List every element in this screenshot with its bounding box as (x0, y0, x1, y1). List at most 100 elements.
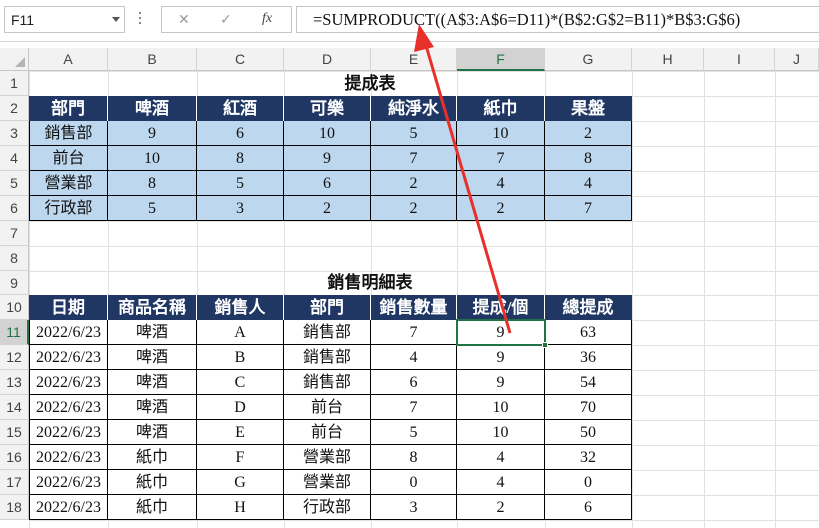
formula-input[interactable]: =SUMPRODUCT((A$3:A$6=D11)*(B$2:G$2=B11)*… (296, 6, 819, 33)
table1-cell[interactable]: 5 (108, 196, 197, 221)
insert-function-icon[interactable]: fx (262, 11, 272, 27)
table2-cell[interactable]: 7 (371, 395, 457, 420)
table1-cell[interactable]: 2 (457, 196, 545, 221)
table1-header-cell[interactable]: 紅酒 (197, 96, 284, 121)
table1-cell[interactable]: 7 (371, 146, 457, 171)
table2-cell[interactable]: G (197, 470, 284, 495)
table2-cell[interactable]: 2022/6/23 (29, 420, 108, 445)
column-header-i[interactable]: I (704, 48, 775, 71)
table2-cell[interactable]: 6 (371, 370, 457, 395)
table2-cell[interactable]: 2022/6/23 (29, 445, 108, 470)
table1-cell[interactable]: 2 (371, 196, 457, 221)
column-header-g[interactable]: G (545, 48, 632, 71)
row-header-6[interactable]: 6 (0, 196, 29, 221)
table2-cell[interactable]: 紙巾 (108, 445, 197, 470)
table1-cell[interactable]: 行政部 (29, 196, 108, 221)
table1-cell[interactable]: 7 (457, 146, 545, 171)
table2-cell[interactable]: 啤酒 (108, 420, 197, 445)
column-header-b[interactable]: B (108, 48, 197, 71)
table2-cell[interactable]: 3 (371, 495, 457, 520)
table1-cell[interactable]: 3 (197, 196, 284, 221)
table2-cell[interactable]: 32 (545, 445, 632, 470)
table1-cell[interactable]: 8 (108, 171, 197, 196)
table1-cell[interactable]: 2 (284, 196, 371, 221)
table1-cell[interactable]: 營業部 (29, 171, 108, 196)
table2-header-cell[interactable]: 部門 (284, 295, 371, 320)
table1-header-cell[interactable]: 果盤 (545, 96, 632, 121)
table2-cell[interactable]: 啤酒 (108, 345, 197, 370)
chevron-down-icon[interactable] (112, 17, 120, 22)
row-header-10[interactable]: 10 (0, 295, 29, 320)
table2-cell[interactable]: 54 (545, 370, 632, 395)
column-header-f[interactable]: F (457, 48, 545, 71)
row-header-8[interactable]: 8 (0, 246, 29, 271)
row-header-4[interactable]: 4 (0, 146, 29, 171)
table2-cell[interactable]: 4 (457, 445, 545, 470)
table2-cell[interactable]: 啤酒 (108, 395, 197, 420)
table1-cell[interactable]: 前台 (29, 146, 108, 171)
row-header-17[interactable]: 17 (0, 470, 29, 495)
table2-cell[interactable]: 紙巾 (108, 470, 197, 495)
table1-cell[interactable]: 2 (371, 171, 457, 196)
table2-cell[interactable]: 8 (371, 445, 457, 470)
table1-header-cell[interactable]: 純淨水 (371, 96, 457, 121)
table2-header-cell[interactable]: 商品名稱 (108, 295, 197, 320)
table2-cell[interactable]: 2022/6/23 (29, 395, 108, 420)
table2-cell[interactable]: H (197, 495, 284, 520)
table1-cell[interactable]: 4 (545, 171, 632, 196)
table1-cell[interactable]: 銷售部 (29, 121, 108, 146)
cancel-icon[interactable]: ✕ (178, 11, 190, 28)
table2-cell[interactable]: D (197, 395, 284, 420)
row-header-14[interactable]: 14 (0, 395, 29, 420)
table1-cell[interactable]: 9 (108, 121, 197, 146)
column-header-e[interactable]: E (371, 48, 457, 71)
row-header-9[interactable]: 9 (0, 271, 29, 295)
table2-cell[interactable]: 10 (457, 395, 545, 420)
table1-cell[interactable]: 5 (371, 121, 457, 146)
table2-cell[interactable]: 銷售部 (284, 320, 371, 345)
row-header-11[interactable]: 11 (0, 320, 29, 345)
table2-cell[interactable]: 前台 (284, 395, 371, 420)
row-header-3[interactable]: 3 (0, 121, 29, 146)
table2-header-cell[interactable]: 銷售人 (197, 295, 284, 320)
enter-icon[interactable]: ✓ (220, 11, 232, 28)
table1-cell[interactable]: 10 (284, 121, 371, 146)
row-header-2[interactable]: 2 (0, 96, 29, 121)
column-header-c[interactable]: C (197, 48, 284, 71)
table2-cell[interactable]: 50 (545, 420, 632, 445)
table2-cell[interactable]: 2022/6/23 (29, 370, 108, 395)
table2-cell[interactable]: 2022/6/23 (29, 470, 108, 495)
table2-cell[interactable]: C (197, 370, 284, 395)
row-header-5[interactable]: 5 (0, 171, 29, 196)
row-header-18[interactable]: 18 (0, 495, 29, 520)
table2-cell[interactable]: 6 (545, 495, 632, 520)
table2-cell[interactable]: 63 (545, 320, 632, 345)
table2-cell[interactable]: 2022/6/23 (29, 495, 108, 520)
table2-cell[interactable]: 2022/6/23 (29, 320, 108, 345)
table1-cell[interactable]: 6 (197, 121, 284, 146)
drag-handle-icon[interactable] (139, 12, 142, 30)
table2-cell[interactable]: 36 (545, 345, 632, 370)
name-box[interactable]: F11 (4, 6, 125, 33)
table2-cell[interactable]: 9 (457, 370, 545, 395)
column-header-j[interactable]: J (775, 48, 819, 71)
table2-cell[interactable]: 營業部 (284, 445, 371, 470)
table2-cell[interactable]: 7 (371, 320, 457, 345)
table1-cell[interactable]: 2 (545, 121, 632, 146)
table1-cell[interactable]: 8 (197, 146, 284, 171)
table1-cell[interactable]: 8 (545, 146, 632, 171)
table2-cell[interactable]: 2022/6/23 (29, 345, 108, 370)
table2-cell[interactable]: 前台 (284, 420, 371, 445)
column-header-d[interactable]: D (284, 48, 371, 71)
table2-cell[interactable]: 0 (371, 470, 457, 495)
table2-cell[interactable]: 銷售部 (284, 370, 371, 395)
table2-cell[interactable]: 4 (457, 470, 545, 495)
table1-cell[interactable]: 10 (108, 146, 197, 171)
table2-cell[interactable]: B (197, 345, 284, 370)
column-header-h[interactable]: H (632, 48, 704, 71)
row-header-13[interactable]: 13 (0, 370, 29, 395)
table1-cell[interactable]: 6 (284, 171, 371, 196)
table2-cell[interactable]: E (197, 420, 284, 445)
table2-header-cell[interactable]: 總提成 (545, 295, 632, 320)
table2-cell[interactable]: 70 (545, 395, 632, 420)
